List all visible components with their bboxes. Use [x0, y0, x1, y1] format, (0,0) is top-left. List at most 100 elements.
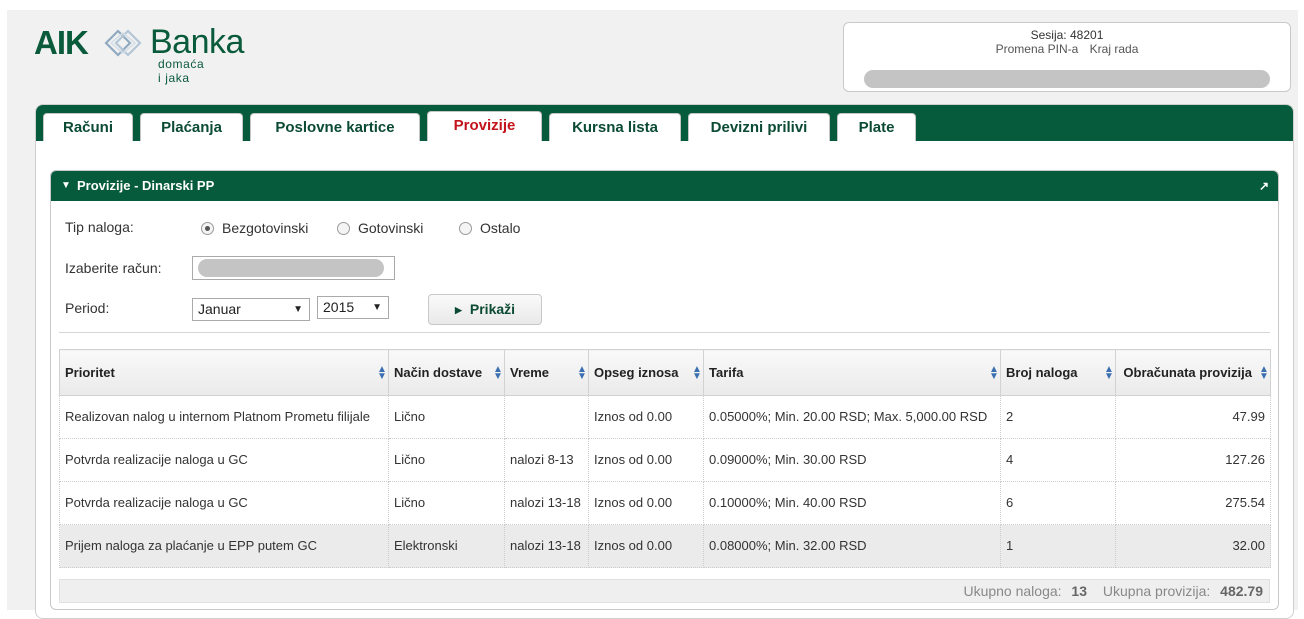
totals-bar: Ukupno naloga: 13 Ukupna provizija: 482.… — [59, 579, 1270, 603]
table-row[interactable]: Realizovan nalog u internom Platnom Prom… — [59, 395, 1271, 439]
total-count-value: 13 — [1071, 583, 1087, 599]
tab-bar: Računi Plaćanja Poslovne kartice Provizi… — [36, 105, 1293, 141]
cell-nacin-dostave: Lično — [388, 438, 505, 482]
session-label: Sesija: — [1030, 28, 1067, 42]
cell-opseg-iznosa: Iznos od 0.00 — [588, 481, 704, 525]
sort-icon[interactable]: ▲ ▼ — [377, 364, 387, 381]
radio-ostalo[interactable] — [459, 222, 472, 235]
cell-provizija: 127.26 — [1115, 438, 1271, 482]
redacted-user-info — [864, 70, 1270, 88]
cell-tarifa: 0.08000%; Min. 32.00 RSD — [703, 524, 1001, 568]
cell-prioritet: Realizovan nalog u internom Platnom Prom… — [59, 395, 389, 439]
dropdown-arrow-icon: ▼ — [372, 302, 382, 313]
order-type-label: Tip naloga: — [65, 219, 134, 235]
show-button[interactable]: ▶ Prikaži — [428, 294, 542, 325]
account-select[interactable] — [192, 256, 395, 280]
year-select[interactable]: 2015 ▼ — [317, 296, 389, 319]
cell-vreme — [504, 395, 589, 439]
tab-provizije[interactable]: Provizije — [427, 111, 542, 141]
total-count-label: Ukupno naloga: — [963, 583, 1062, 599]
cell-broj-naloga: 4 — [1000, 438, 1116, 482]
radio-bezgotovinski[interactable] — [201, 222, 214, 235]
sort-icon[interactable]: ▲ ▼ — [1259, 364, 1269, 381]
show-button-label: Prikaži — [469, 301, 516, 317]
period-label: Period: — [65, 300, 110, 316]
cell-broj-naloga: 2 — [1000, 395, 1116, 439]
cell-tarifa: 0.10000%; Min. 40.00 RSD — [703, 481, 1001, 525]
logout-link[interactable]: Kraj rada — [1090, 42, 1139, 56]
caret-down-icon[interactable]: ▼ — [61, 171, 71, 201]
radio-ostalo-label[interactable]: Ostalo — [480, 220, 520, 236]
tab-poslovne-kartice[interactable]: Poslovne kartice — [250, 113, 420, 141]
expand-arrow-icon[interactable]: ↗ — [1259, 171, 1269, 201]
play-triangle-icon: ▶ — [454, 305, 462, 315]
cell-prioritet: Potvrda realizacije naloga u GC — [59, 481, 389, 525]
sort-icon[interactable]: ▲ ▼ — [493, 364, 503, 381]
cell-vreme: nalozi 13-18 — [504, 481, 589, 525]
page-background: AIK Banka domaća i jaka Sesija: 48201 Pr… — [7, 10, 1298, 619]
radio-gotovinski[interactable] — [337, 222, 350, 235]
year-value: 2015 — [323, 299, 355, 315]
col-header-vreme[interactable]: Vreme ▲ ▼ — [504, 349, 589, 396]
tab-kursna-lista[interactable]: Kursna lista — [549, 113, 681, 141]
cell-provizija: 32.00 — [1115, 524, 1271, 568]
cell-vreme: nalozi 13-18 — [504, 524, 589, 568]
cell-prioritet: Prijem naloga za plaćanje u EPP putem GC — [59, 524, 389, 568]
sort-icon[interactable]: ▲ ▼ — [577, 364, 587, 381]
cell-tarifa: 0.09000%; Min. 30.00 RSD — [703, 438, 1001, 482]
table-row-highlighted[interactable]: Prijem naloga za plaćanje u EPP putem GC… — [59, 524, 1271, 568]
dropdown-arrow-icon: ▼ — [293, 304, 303, 315]
tab-racuni[interactable]: Računi — [43, 113, 133, 141]
cell-vreme: nalozi 8-13 — [504, 438, 589, 482]
account-label: Izaberite račun: — [65, 260, 162, 276]
month-select[interactable]: Januar ▼ — [192, 298, 310, 321]
session-box: Sesija: 48201 Promena PIN-a Kraj rada — [843, 22, 1291, 92]
table-row[interactable]: Potvrda realizacije naloga u GC Lično na… — [59, 481, 1271, 525]
cell-opseg-iznosa: Iznos od 0.00 — [588, 438, 704, 482]
radio-bezgotovinski-label[interactable]: Bezgotovinski — [222, 220, 308, 236]
commission-panel: ▼ Provizije - Dinarski PP ↗ Tip naloga: … — [50, 170, 1279, 610]
cell-nacin-dostave: Elektronski — [388, 524, 505, 568]
month-value: Januar — [198, 301, 241, 317]
total-sum-value: 482.79 — [1220, 583, 1263, 599]
col-header-obracunata-provizija[interactable]: Obračunata provizija ▲ ▼ — [1115, 349, 1271, 396]
commission-table: Prioritet ▲ ▼ Način dostave ▲ ▼ Vreme ▲ ▼ Opse… — [59, 349, 1271, 568]
table-row[interactable]: Potvrda realizacije naloga u GC Lično na… — [59, 438, 1271, 482]
session-info: Sesija: 48201 — [844, 28, 1290, 42]
panel-title: Provizije - Dinarski PP — [77, 178, 215, 193]
cell-provizija: 275.54 — [1115, 481, 1271, 525]
sort-icon[interactable]: ▲ ▼ — [692, 364, 702, 381]
sort-icon[interactable]: ▲ ▼ — [989, 364, 999, 381]
col-header-broj-naloga[interactable]: Broj naloga ▲ ▼ — [1000, 349, 1116, 396]
session-value: 48201 — [1070, 28, 1104, 42]
divider — [59, 332, 1270, 333]
tab-devizni-prilivi[interactable]: Devizni prilivi — [688, 113, 830, 141]
cell-nacin-dostave: Lično — [388, 395, 505, 439]
session-links: Promena PIN-a Kraj rada — [844, 42, 1290, 56]
logo-mark-icon — [104, 29, 142, 57]
cell-opseg-iznosa: Iznos od 0.00 — [588, 524, 704, 568]
total-sum-label: Ukupna provizija: — [1102, 583, 1211, 599]
sort-icon[interactable]: ▲ ▼ — [1104, 364, 1114, 381]
cell-broj-naloga: 1 — [1000, 524, 1116, 568]
col-header-nacin-dostave[interactable]: Način dostave ▲ ▼ — [388, 349, 505, 396]
col-header-opseg-iznosa[interactable]: Opseg iznosa ▲ ▼ — [588, 349, 704, 396]
redacted-account — [198, 259, 384, 277]
main-panel: Računi Plaćanja Poslovne kartice Provizi… — [35, 104, 1294, 619]
radio-gotovinski-label[interactable]: Gotovinski — [358, 220, 423, 236]
tab-placanja[interactable]: Plaćanja — [140, 113, 243, 141]
logo-text-bold: AIK — [34, 24, 89, 61]
change-pin-link[interactable]: Promena PIN-a — [996, 42, 1079, 56]
cell-opseg-iznosa: Iznos od 0.00 — [588, 395, 704, 439]
logo-tagline: domaća i jaka — [158, 57, 205, 85]
cell-nacin-dostave: Lično — [388, 481, 505, 525]
cell-provizija: 47.99 — [1115, 395, 1271, 439]
panel-header[interactable]: ▼ Provizije - Dinarski PP ↗ — [51, 171, 1278, 201]
table-header-row: Prioritet ▲ ▼ Način dostave ▲ ▼ Vreme ▲ ▼ Opse… — [59, 349, 1271, 396]
cell-broj-naloga: 6 — [1000, 481, 1116, 525]
tab-plate[interactable]: Plate — [837, 113, 916, 141]
col-header-tarifa[interactable]: Tarifa ▲ ▼ — [703, 349, 1001, 396]
cell-tarifa: 0.05000%; Min. 20.00 RSD; Max. 5,000.00 … — [703, 395, 1001, 439]
cell-prioritet: Potvrda realizacije naloga u GC — [59, 438, 389, 482]
col-header-prioritet[interactable]: Prioritet ▲ ▼ — [59, 349, 389, 396]
